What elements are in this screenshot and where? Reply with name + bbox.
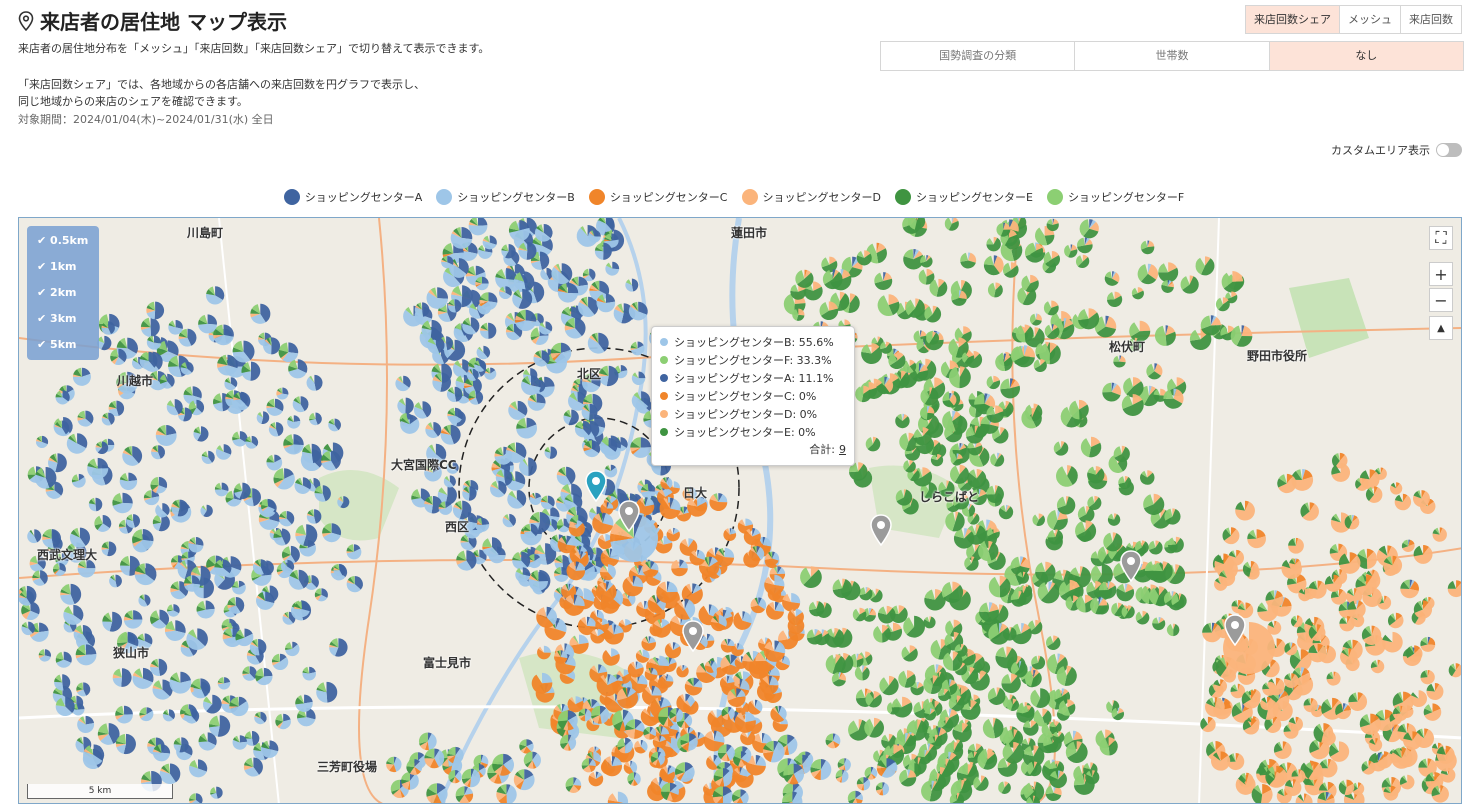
map-label: 三芳町役場 [317,760,378,774]
tab-none[interactable]: なし [1268,42,1463,70]
custom-area-toggle-row: カスタムエリア表示 [1331,142,1462,158]
tooltip-total-value[interactable]: 9 [839,443,846,456]
tab-census-category[interactable]: 国勢調査の分類 [881,42,1075,70]
legend-label: ショッピングセンターB [457,191,575,204]
map-label: 日大 [683,486,708,500]
legend-swatch [588,189,605,205]
map-label: 川島町 [187,226,224,240]
map-label: 富士見市 [423,656,472,670]
tooltip-row: ショッピングセンターE: 0% [660,423,846,441]
tooltip-total: 合計: 9 [660,441,846,459]
store-marker-icon[interactable] [869,514,893,546]
map-label: 野田市役所 [1247,349,1308,363]
minus-icon: − [1434,290,1448,310]
map-label: 大宮国際CC [391,458,457,472]
tab-visit-count[interactable]: 来店回数 [1400,6,1461,33]
compass-button[interactable]: ▲ [1429,316,1453,340]
display-mode-tabs: 来店回数シェア メッシュ 来店回数 [1245,5,1462,34]
tooltip-row-label: ショッピングセンターB: 55.6% [674,336,834,349]
legend-item-c[interactable]: ショッピングセンターC [588,189,728,205]
tab-households[interactable]: 世帯数 [1074,42,1269,70]
map-label: 西武文理大 [37,548,98,562]
store-legend: ショッピングセンターA ショッピングセンターB ショッピングセンターC ショッピ… [0,189,1468,205]
overlay-category-tabs: 国勢調査の分類 世帯数 なし [880,41,1464,71]
tooltip-swatch [660,410,668,418]
map-label: 松伏町 [1109,340,1146,354]
map-label: 蓮田市 [731,226,768,240]
page-title-area: 来店者の居住地 マップ表示 [18,6,287,35]
tooltip-row: ショッピングセンターF: 33.3% [660,351,846,369]
radius-filter-1km[interactable]: ✔ 1km [27,254,99,280]
tooltip-row: ショッピングセンターD: 0% [660,405,846,423]
legend-label: ショッピングセンターD [762,191,881,204]
legend-swatch [1046,189,1063,205]
legend-item-f[interactable]: ショッピングセンターF [1046,189,1185,205]
map-label: しらこばと [919,490,980,504]
tooltip-row: ショッピングセンターB: 55.6% [660,333,846,351]
tooltip-swatch [660,428,668,436]
tooltip-swatch [660,338,668,346]
plus-icon: + [1434,264,1448,284]
store-marker-icon[interactable] [617,500,641,532]
tooltip-swatch [660,374,668,382]
tooltip-row-label: ショッピングセンターA: 11.1% [674,372,834,385]
radius-filter-panel: ✔ 0.5km ✔ 1km ✔ 2km ✔ 3km ✔ 5km [27,226,99,360]
radius-filter-3km[interactable]: ✔ 3km [27,306,99,332]
zoom-out-button[interactable]: − [1429,288,1453,312]
legend-label: ショッピングセンターA [304,191,423,204]
custom-area-label: カスタムエリア表示 [1331,144,1430,157]
legend-swatch [741,189,758,205]
map-label: 狭山市 [113,646,150,660]
tooltip-row-label: ショッピングセンターE: 0% [674,426,816,439]
zoom-in-button[interactable]: + [1429,262,1453,286]
map-base-layer [19,218,1461,803]
tooltip-row: ショッピングセンターC: 0% [660,387,846,405]
legend-swatch [283,189,300,205]
fullscreen-icon: ⛶ [1435,228,1447,247]
tab-mesh[interactable]: メッシュ [1339,6,1400,33]
compass-icon: ▲ [1437,322,1445,334]
map-label: 西区 [445,520,470,534]
map-view[interactable]: 川島町 蓮田市 川越市 松伏町 北区 西区 富士見市 狭山市 野田市役所 西武文… [18,217,1462,804]
store-marker-icon[interactable] [1119,550,1143,582]
tooltip-row-label: ショッピングセンターF: 33.3% [674,354,832,367]
tooltip-swatch [660,356,668,364]
share-tooltip: ショッピングセンターB: 55.6% ショッピングセンターF: 33.3% ショ… [651,326,855,466]
description-line-3: 同じ地域からの来店のシェアを確認できます。 [18,95,248,108]
legend-label: ショッピングセンターE [915,191,1033,204]
radius-filter-5km[interactable]: ✔ 5km [27,332,99,358]
map-pin-icon [18,10,34,31]
page-title: 来店者の居住地 マップ表示 [40,10,287,34]
store-marker-icon[interactable] [1223,614,1247,646]
legend-item-d[interactable]: ショッピングセンターD [741,189,881,205]
radius-filter-2km[interactable]: ✔ 2km [27,280,99,306]
selected-store-marker-icon[interactable] [584,470,608,502]
legend-swatch [436,189,453,205]
description-line-1: 来店者の居住地分布を「メッシュ」「来店回数」「来店回数シェア」で切り替えて表示で… [18,42,490,55]
tooltip-swatch [660,392,668,400]
store-marker-icon[interactable] [681,620,705,652]
map-label: 川越市 [117,374,154,388]
tooltip-row: ショッピングセンターA: 11.1% [660,369,846,387]
legend-label: ショッピングセンターC [609,191,728,204]
description-line-2: 「来店回数シェア」では、各地域からの各店舗への来店回数を円グラフで表示し、 [18,78,425,91]
custom-area-switch[interactable] [1436,143,1462,157]
legend-swatch [894,189,911,205]
legend-label: ショッピングセンターF [1067,191,1185,204]
map-scale-bar: 5 km [27,784,173,799]
fullscreen-button[interactable]: ⛶ [1429,226,1453,250]
tooltip-row-label: ショッピングセンターD: 0% [674,408,818,421]
tab-visit-share[interactable]: 来店回数シェア [1246,6,1339,33]
map-label: 北区 [577,367,602,381]
legend-item-e[interactable]: ショッピングセンターE [894,189,1033,205]
legend-item-a[interactable]: ショッピングセンターA [283,189,423,205]
radius-filter-0-5km[interactable]: ✔ 0.5km [27,228,99,254]
legend-item-b[interactable]: ショッピングセンターB [436,189,575,205]
tooltip-total-label: 合計: [809,443,835,456]
tooltip-row-label: ショッピングセンターC: 0% [674,390,817,403]
target-period: 対象期間：2024/01/04(木)~2024/01/31(水) 全日 [18,113,274,126]
